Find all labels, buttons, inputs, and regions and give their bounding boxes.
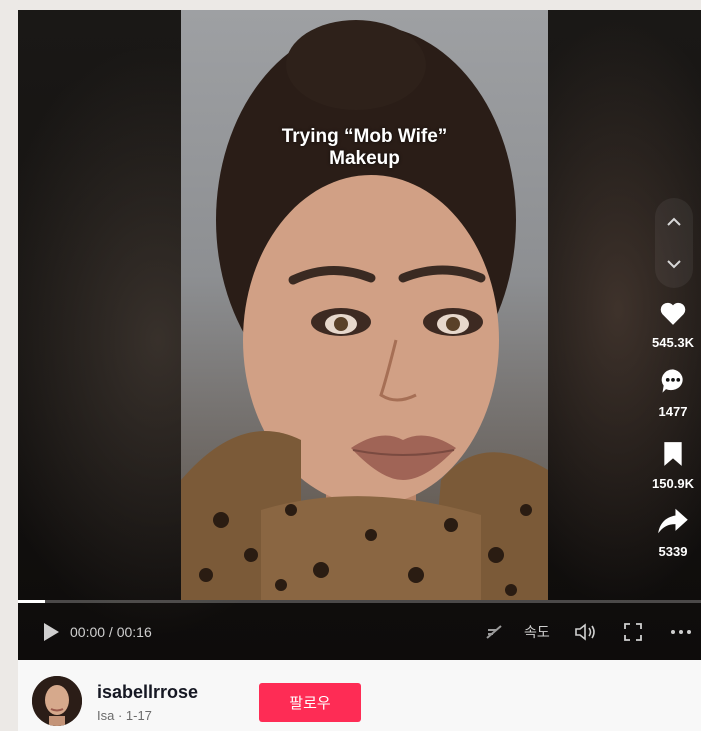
bookmark-button[interactable]: 150.9K bbox=[643, 441, 701, 491]
author-bar: isabellrrose Isa · 1-17 팔로우 bbox=[18, 660, 701, 731]
play-icon bbox=[44, 623, 59, 641]
share-arrow-icon bbox=[658, 508, 688, 534]
more-dots-icon bbox=[671, 630, 691, 634]
video-caption: Trying “Mob Wife” Makeup bbox=[181, 126, 548, 170]
bookmark-count: 150.9K bbox=[652, 476, 694, 491]
comment-count: 1477 bbox=[658, 404, 688, 419]
caption-line-1: Trying “Mob Wife” bbox=[281, 126, 448, 147]
video-frame[interactable]: Trying “Mob Wife” Makeup bbox=[181, 10, 548, 600]
play-button[interactable] bbox=[42, 622, 60, 642]
author-username[interactable]: isabellrrose bbox=[97, 682, 198, 703]
volume-icon bbox=[575, 623, 595, 641]
progress-bar[interactable] bbox=[18, 600, 701, 603]
cast-icon bbox=[486, 625, 502, 639]
avatar[interactable] bbox=[32, 676, 82, 726]
time-display: 00:00 / 00:16 bbox=[70, 624, 152, 640]
speed-button[interactable]: 속도 bbox=[524, 622, 550, 642]
video-player[interactable]: Trying “Mob Wife” Makeup 545.3K 1477 150… bbox=[18, 10, 701, 660]
like-button[interactable]: 545.3K bbox=[643, 300, 701, 350]
progress-fill bbox=[18, 600, 46, 603]
caption-line-2: Makeup bbox=[329, 148, 400, 169]
heart-icon bbox=[660, 302, 686, 325]
more-options-button[interactable] bbox=[670, 629, 692, 635]
author-subline: Isa · 1-17 bbox=[97, 708, 152, 723]
video-still-image bbox=[181, 20, 548, 600]
follow-button[interactable]: 팔로우 bbox=[259, 683, 361, 722]
avatar-image bbox=[32, 676, 82, 726]
like-count: 545.3K bbox=[652, 335, 694, 350]
comment-button[interactable]: 1477 bbox=[643, 367, 701, 419]
chevron-up-icon bbox=[667, 217, 681, 226]
bookmark-icon bbox=[664, 442, 682, 466]
fullscreen-icon bbox=[624, 623, 642, 641]
player-controls: 00:00 / 00:16 속도 bbox=[18, 610, 701, 654]
fullscreen-button[interactable] bbox=[623, 622, 643, 642]
video-navigation bbox=[655, 198, 693, 288]
previous-video-button[interactable] bbox=[655, 202, 693, 242]
chevron-down-icon bbox=[667, 260, 681, 269]
speed-icon-button[interactable] bbox=[484, 622, 504, 642]
share-count: 5339 bbox=[658, 544, 688, 559]
comment-bubble-icon bbox=[661, 369, 683, 393]
share-button[interactable]: 5339 bbox=[643, 507, 701, 559]
next-video-button[interactable] bbox=[655, 244, 693, 284]
volume-button[interactable] bbox=[574, 622, 598, 642]
